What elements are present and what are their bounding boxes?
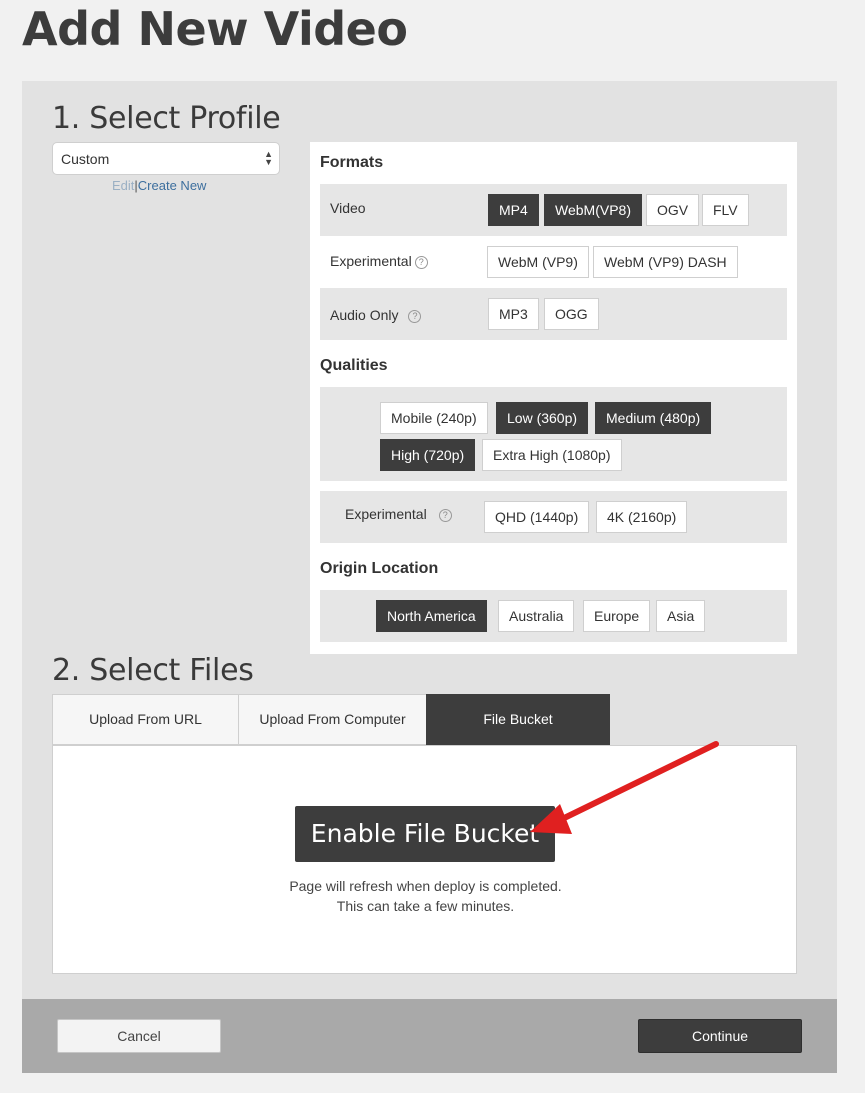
format-chip-ogv[interactable]: OGV — [646, 194, 700, 226]
quality-chip-high[interactable]: High (720p) — [380, 439, 476, 471]
origin-chip-europe[interactable]: Europe — [583, 600, 651, 632]
help-icon[interactable]: ? — [438, 509, 452, 522]
cancel-button[interactable]: Cancel — [57, 1019, 221, 1053]
select-files-heading: 2. Select Files — [52, 653, 254, 688]
quality-chip-mobile[interactable]: Mobile (240p) — [380, 402, 488, 434]
file-bucket-panel: Enable File Bucket Page will refresh whe… — [52, 745, 797, 974]
audio-only-label: Audio Only — [330, 307, 399, 323]
refresh-note-line1: Page will refresh when deploy is complet… — [289, 878, 562, 894]
qualities-title: Qualities — [320, 357, 388, 374]
profile-links: Edit|Create New — [112, 178, 206, 193]
origin-chip-asia[interactable]: Asia — [656, 600, 706, 632]
quality-chip-medium[interactable]: Medium (480p) — [595, 402, 712, 434]
format-chip-mp3[interactable]: MP3 — [488, 298, 539, 330]
video-formats-row: Video MP4 WebM(VP8) OGV FLV — [320, 184, 787, 236]
footer-bar: Cancel Continue — [22, 999, 837, 1073]
format-chip-flv[interactable]: FLV — [702, 194, 749, 226]
experimental-formats-label: Experimental — [330, 253, 412, 269]
experimental-qualities-label-wrap: Experimental? — [345, 506, 452, 522]
select-profile-heading: 1. Select Profile — [52, 101, 281, 136]
tab-file-bucket[interactable]: File Bucket — [426, 694, 610, 745]
video-label: Video — [330, 200, 366, 216]
create-new-profile-link[interactable]: Create New — [138, 178, 207, 193]
profile-select[interactable]: Custom ▲ ▼ — [52, 142, 280, 175]
select-arrows-icon: ▲ ▼ — [264, 149, 273, 167]
format-chip-webm-vp8[interactable]: WebM(VP8) — [544, 194, 642, 226]
add-video-panel: 1. Select Profile Custom ▲ ▼ Edit|Create … — [22, 81, 837, 999]
quality-chip-extra-high[interactable]: Extra High (1080p) — [482, 439, 622, 471]
format-chip-webm-vp9-dash[interactable]: WebM (VP9) DASH — [593, 246, 738, 278]
origin-chip-north-america[interactable]: North America — [376, 600, 487, 632]
audio-only-label-wrap: Audio Only? — [330, 307, 422, 323]
format-chip-mp4[interactable]: MP4 — [488, 194, 539, 226]
help-icon[interactable]: ? — [408, 310, 422, 323]
experimental-formats-row: Experimental? WebM (VP9) WebM (VP9) DASH — [320, 236, 787, 288]
page-title: Add New Video — [22, 2, 408, 56]
experimental-qualities-row: Experimental? QHD (1440p) 4K (2160p) — [320, 491, 787, 543]
tab-upload-from-computer[interactable]: Upload From Computer — [238, 694, 427, 745]
profile-select-value: Custom — [61, 151, 110, 167]
quality-chip-4k[interactable]: 4K (2160p) — [596, 501, 688, 533]
profile-options-box: Formats Video MP4 WebM(VP8) OGV FLV Expe… — [310, 142, 797, 654]
edit-profile-link[interactable]: Edit — [112, 178, 134, 193]
refresh-note-line2: This can take a few minutes. — [336, 898, 515, 914]
origin-chip-australia[interactable]: Australia — [498, 600, 575, 632]
qualities-row: Mobile (240p) Low (360p) Medium (480p) H… — [320, 387, 787, 481]
experimental-formats-label-wrap: Experimental? — [330, 253, 428, 269]
format-chip-ogg[interactable]: OGG — [544, 298, 599, 330]
continue-button[interactable]: Continue — [638, 1019, 802, 1053]
experimental-qualities-label: Experimental — [345, 506, 427, 522]
format-chip-webm-vp9[interactable]: WebM (VP9) — [487, 246, 589, 278]
formats-title: Formats — [320, 154, 384, 171]
help-icon[interactable]: ? — [414, 256, 428, 269]
audio-formats-row: Audio Only? MP3 OGG — [320, 288, 787, 340]
quality-chip-qhd[interactable]: QHD (1440p) — [484, 501, 590, 533]
tab-upload-from-url[interactable]: Upload From URL — [52, 694, 239, 745]
origin-location-row: North America Australia Europe Asia — [320, 590, 787, 642]
origin-location-title: Origin Location — [320, 560, 439, 577]
enable-file-bucket-button[interactable]: Enable File Bucket — [295, 806, 555, 862]
quality-chip-low[interactable]: Low (360p) — [496, 402, 589, 434]
